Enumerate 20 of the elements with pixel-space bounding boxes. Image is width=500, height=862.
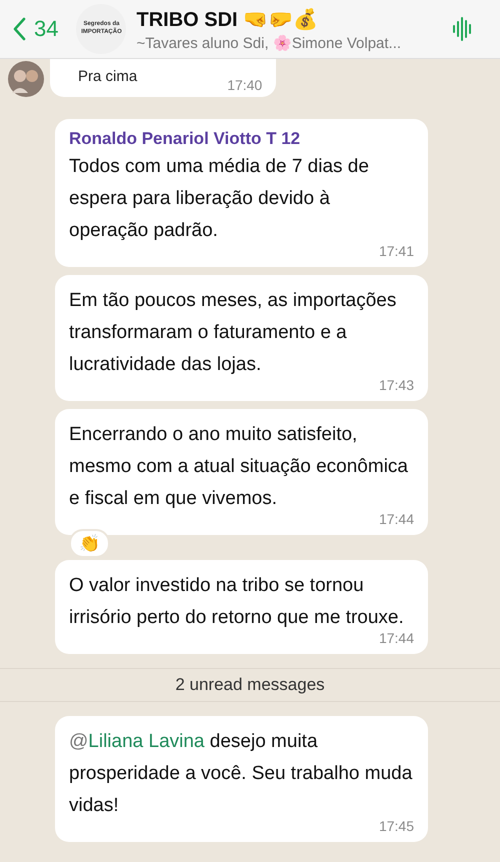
- message-text: Pra cima: [78, 67, 138, 87]
- chat-title[interactable]: TRIBO SDI 🤜🤛💰: [136, 6, 442, 32]
- audio-wave-icon[interactable]: [452, 16, 474, 42]
- user-avatar[interactable]: [8, 61, 44, 97]
- mention-link[interactable]: @Liliana Lavina: [69, 731, 204, 752]
- message-time: 17:45: [378, 818, 414, 834]
- back-icon: [12, 17, 26, 41]
- sender-name[interactable]: Ronaldo Penariol Viotto T 12: [69, 129, 414, 149]
- message-text: Encerrando o ano muito satisfeito, mesmo com a atual situação econômica e fiscal em que vivemos.: [69, 423, 409, 511]
- message-text: @Liliana Lavina desejo muita prosperidade a você. Seu trabalho muda vidas!: [69, 730, 414, 818]
- chat-members: ~Tavares aluno Sdi, 🌸Simone Volpat...: [136, 34, 402, 52]
- message-text: Em tão poucos meses, as importações transformaram o faturamento e a lucratividade das lojas.: [69, 289, 398, 377]
- message-time: 17:44: [378, 511, 414, 527]
- message-text: O valor investido na tribo se tornou irrisório perto do retorno que me trouxe.: [69, 574, 405, 630]
- message-time: 17:41: [378, 243, 414, 259]
- message-time: 17:44: [378, 630, 414, 646]
- unread-label: 2 unread messages: [175, 675, 325, 694]
- message-text: Todos com uma média de 7 dias de espera para liberação devido à operação padrão.: [69, 155, 370, 243]
- message-time: 17:40: [227, 77, 262, 93]
- message-time: 17:43: [378, 377, 414, 393]
